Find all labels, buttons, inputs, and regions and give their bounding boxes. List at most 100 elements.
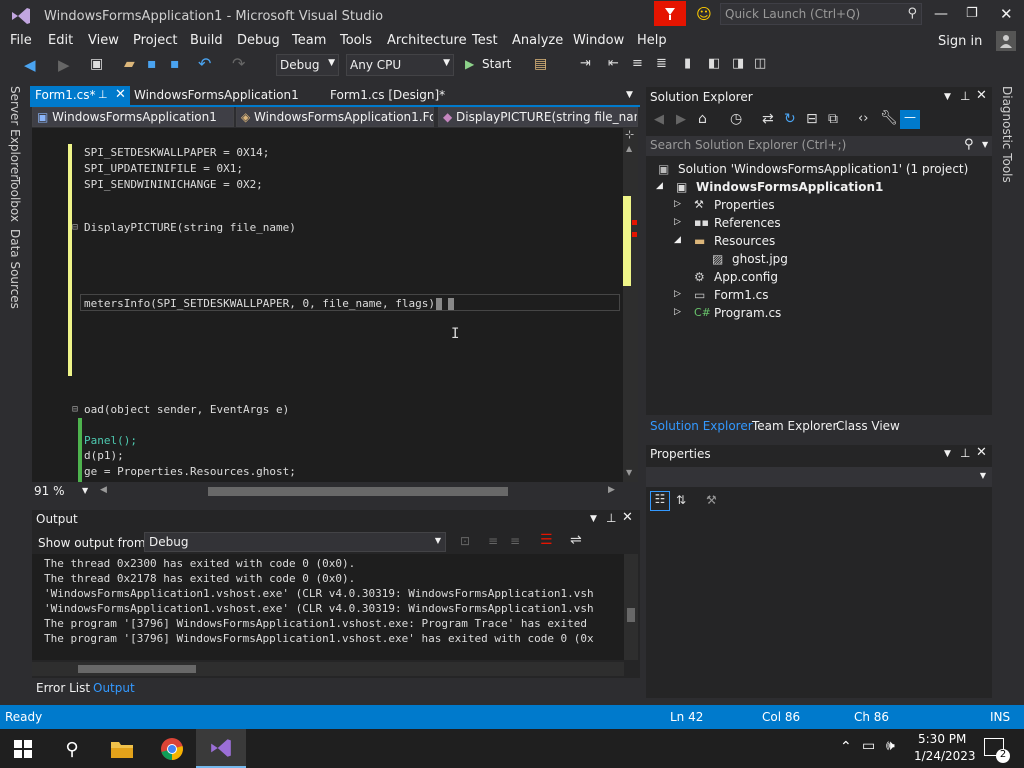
file-explorer-icon[interactable] [108, 737, 136, 761]
search-icon[interactable]: ⚲ [60, 737, 84, 761]
close-icon[interactable]: ✕ [976, 445, 987, 460]
output-vertical-scrollbar[interactable] [624, 554, 638, 660]
scrollbar-thumb[interactable] [78, 665, 196, 673]
tree-item-app-config[interactable]: App.config [714, 270, 778, 284]
preview-toggle-button[interactable]: — [900, 110, 920, 129]
expanded-arrow-icon[interactable]: ◢ [656, 181, 663, 191]
comment-icon[interactable]: ≡ [632, 56, 643, 71]
scroll-up-icon[interactable]: ▲ [626, 144, 632, 153]
project-dropdown[interactable]: ▣ WindowsFormsApplication1 [32, 107, 234, 127]
tab-output[interactable]: Output [93, 681, 135, 695]
collapse-toggle-icon[interactable]: ⊟ [72, 404, 78, 415]
tab-team-explorer[interactable]: Team Explorer [752, 419, 838, 433]
show-all-files-icon[interactable]: ⧉ [828, 111, 838, 127]
menu-help[interactable]: Help [637, 33, 667, 48]
open-file-icon[interactable]: ▰ [124, 56, 135, 72]
close-icon[interactable]: ✕ [622, 510, 633, 525]
search-icon[interactable]: ⚲ [964, 137, 974, 152]
object-selector-dropdown[interactable]: ▼ [646, 467, 992, 487]
solution-search-input[interactable]: Search Solution Explorer (Ctrl+;) ⚲ ▼ [646, 136, 992, 156]
solution-platform-dropdown[interactable]: Any CPU ▼ [346, 54, 454, 76]
tree-item-program-cs[interactable]: Program.cs [714, 306, 781, 320]
history-icon[interactable]: ◷ [730, 111, 742, 127]
new-project-icon[interactable]: ▣ [90, 56, 103, 72]
view-code-icon[interactable]: ‹› [858, 111, 868, 126]
uncomment-icon[interactable]: ≣ [656, 56, 667, 71]
restore-button[interactable]: ❐ [966, 6, 978, 21]
server-explorer-tab[interactable]: Server Explorer [8, 86, 22, 179]
start-debugging-button[interactable]: ▶ Start [462, 54, 522, 76]
diagnostic-tools-tab[interactable]: Diagnostic Tools [1000, 86, 1014, 183]
tab-error-list[interactable]: Error List [36, 681, 90, 695]
tree-solution-label[interactable]: Solution 'WindowsFormsApplication1' (1 p… [678, 162, 968, 176]
data-sources-tab[interactable]: Data Sources [8, 229, 22, 309]
menu-tools[interactable]: Tools [340, 33, 372, 48]
windows-start-icon[interactable] [12, 738, 34, 760]
menu-window[interactable]: Window [573, 33, 624, 48]
clear-bookmarks-icon[interactable]: ◫ [754, 56, 766, 71]
menu-file[interactable]: File [10, 33, 32, 48]
indent-icon[interactable]: ⇤ [608, 56, 619, 71]
scroll-down-icon[interactable]: ▼ [626, 468, 632, 477]
clock-date[interactable]: 1/24/2023 [914, 749, 976, 763]
bookmark-icon[interactable]: ▮ [684, 56, 691, 71]
zoom-level[interactable]: 91 % [34, 484, 65, 498]
menu-project[interactable]: Project [133, 33, 177, 48]
tree-item-form1-cs[interactable]: Form1.cs [714, 288, 769, 302]
pin-icon[interactable]: ⊥ [960, 446, 970, 460]
clock-time[interactable]: 5:30 PM [918, 732, 966, 746]
tab-form1-design[interactable]: Form1.cs [Design]* [330, 88, 445, 102]
quick-launch-input[interactable]: Quick Launch (Ctrl+Q) ⚲ [720, 3, 922, 25]
menu-test[interactable]: Test [472, 33, 498, 48]
scroll-left-icon[interactable]: ◀ [100, 485, 107, 495]
property-pages-wrench-icon[interactable]: ⚒ [706, 493, 717, 507]
menu-edit[interactable]: Edit [48, 33, 73, 48]
network-icon[interactable]: ▭ [862, 738, 875, 754]
close-icon[interactable]: ✕ [976, 88, 987, 103]
split-icon[interactable]: ⊹ [625, 128, 634, 141]
horizontal-scrollbar-thumb[interactable] [208, 487, 508, 496]
collapsed-arrow-icon[interactable]: ▷ [674, 217, 681, 227]
refresh-icon[interactable]: ↻ [784, 111, 796, 127]
panel-menu-chevron-icon[interactable]: ▼ [944, 92, 951, 102]
tree-item-properties[interactable]: Properties [714, 198, 775, 212]
align-left-icon[interactable]: ≡ [488, 534, 498, 548]
menu-build[interactable]: Build [190, 33, 223, 48]
scrollbar-thumb[interactable] [623, 196, 631, 286]
scrollbar-thumb[interactable] [627, 608, 635, 622]
menu-team[interactable]: Team [292, 33, 326, 48]
chrome-icon[interactable] [158, 737, 186, 761]
properties-wrench-icon[interactable]: 🔧︎ [880, 110, 898, 126]
code-editor[interactable]: SPI_SETDESKWALLPAPER = 0X14; SPI_UPDATEI… [32, 128, 623, 482]
sync-icon[interactable]: ⇄ [762, 111, 774, 127]
back-icon[interactable]: ◀ [654, 112, 664, 127]
toolbar-tool-icon[interactable]: ▤ [534, 56, 547, 72]
tab-solution-explorer[interactable]: Solution Explorer [650, 419, 753, 433]
menu-architecture[interactable]: Architecture [387, 33, 467, 48]
collapsed-arrow-icon[interactable]: ▷ [674, 307, 681, 317]
tab-class-view[interactable]: Class View [836, 419, 900, 433]
word-wrap-icon[interactable]: ⇌ [570, 532, 582, 548]
close-icon[interactable]: ✕ [115, 87, 126, 102]
home-icon[interactable]: ⌂ [698, 111, 707, 127]
tree-item-references[interactable]: References [714, 216, 781, 230]
step-icon[interactable]: ⇥ [580, 56, 591, 71]
solution-configuration-dropdown[interactable]: Debug ▼ [276, 54, 339, 76]
sign-in-link[interactable]: Sign in [938, 34, 982, 49]
output-text-area[interactable]: The thread 0x2300 has exited with code 0… [32, 554, 624, 660]
visual-studio-taskbar-icon[interactable] [196, 729, 246, 768]
feedback-flag-icon[interactable] [654, 1, 686, 26]
save-all-icon[interactable]: ▪ [170, 56, 180, 72]
find-message-icon[interactable]: ⊡ [460, 534, 470, 548]
smiley-feedback-icon[interactable]: ☺ [694, 4, 714, 24]
tab-windowsformsapplication1[interactable]: WindowsFormsApplication1 [134, 88, 299, 102]
clear-all-icon[interactable]: ☰ [540, 532, 553, 548]
tab-form1-cs[interactable]: Form1.cs* ⊥ ✕ [30, 86, 130, 106]
toolbox-tab[interactable]: Toolbox [8, 177, 22, 222]
panel-menu-chevron-icon[interactable]: ▼ [944, 449, 951, 459]
bookmark-next-icon[interactable]: ◨ [732, 56, 744, 71]
search-icon[interactable]: ⚲ [907, 6, 917, 21]
collapse-toggle-icon[interactable]: ⊟ [72, 222, 78, 233]
pin-icon[interactable]: ⊥ [606, 511, 616, 525]
close-button[interactable]: ✕ [1000, 5, 1013, 23]
